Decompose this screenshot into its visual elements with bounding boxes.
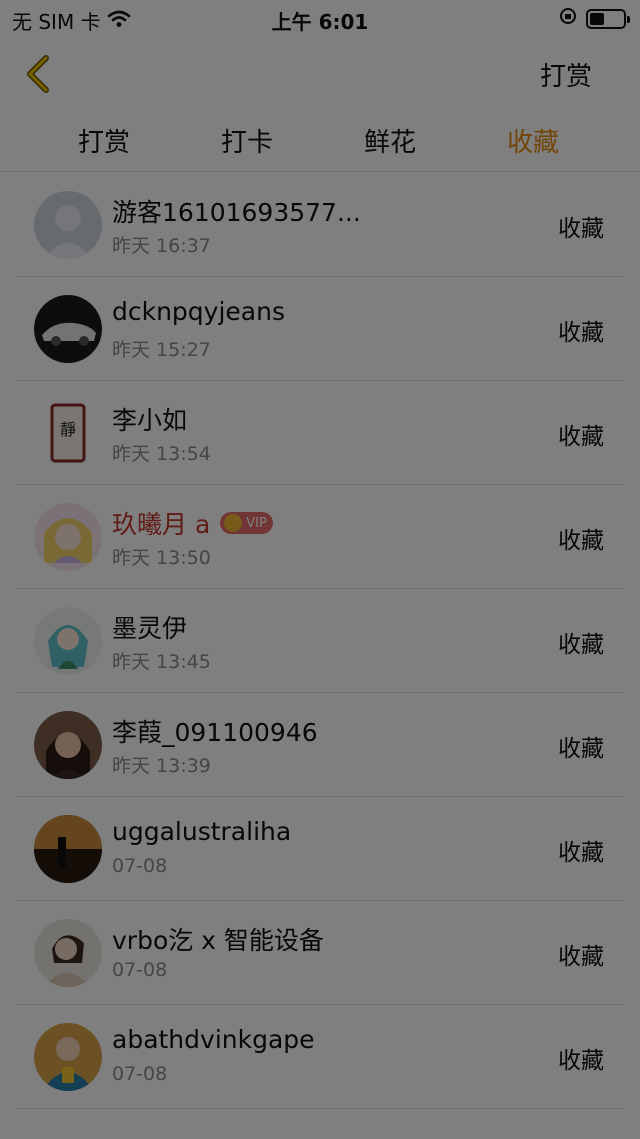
list-item[interactable]: vrbo汔 x 智能设备 07-08 收藏 [18,901,624,1005]
favorite-label: 收藏 [558,528,604,554]
tab-flowers[interactable]: 鲜花 [330,122,450,159]
avatar [34,815,102,883]
user-name: 玖曦月 a VIP [112,505,273,541]
list-item[interactable]: dcknpqyjeans 昨天 15:27 收藏 [18,277,624,381]
avatar: 靜 [34,399,102,467]
avatar [34,503,102,571]
battery-icon [586,8,630,29]
vip-badge: VIP [220,512,273,534]
user-name: vrbo汔 x 智能设备 [112,926,324,955]
list-item[interactable]: 墨灵伊 昨天 13:45 收藏 [18,589,624,693]
orientation-lock-icon [558,6,578,31]
favorite-label: 收藏 [558,320,604,346]
favorite-label: 收藏 [558,1048,604,1074]
user-time: 昨天 13:45 [112,651,211,673]
user-time: 07-08 [112,959,168,981]
avatar [34,1023,102,1091]
user-time: 昨天 13:50 [112,547,211,569]
user-name: 李小如 [112,406,188,435]
avatar [34,607,102,675]
list-item[interactable]: 游客16101693577... 昨天 16:37 收藏 [18,173,624,277]
user-time: 07-08 [112,855,168,877]
user-time: 昨天 13:54 [112,443,211,465]
list-item[interactable]: 靜 李小如 昨天 13:54 收藏 [18,381,624,485]
favorite-label: 收藏 [558,736,604,762]
list-item[interactable]: 李葭_091100946 昨天 13:39 收藏 [18,693,624,797]
status-time: 上午 6:01 [271,10,369,34]
user-time: 昨天 16:37 [112,235,211,257]
avatar [34,711,102,779]
user-time: 07-08 [112,1063,168,1085]
favorite-label: 收藏 [558,944,604,970]
list-item[interactable]: 玖曦月 a VIP 昨天 13:50 收藏 [18,485,624,589]
avatar [34,295,102,363]
favorite-label: 收藏 [558,424,604,450]
reward-button[interactable]: 打赏 [540,56,592,93]
tab-checkin[interactable]: 打卡 [187,122,307,159]
user-name: uggalustraliha [112,817,292,846]
list-item[interactable]: abathdvinkgape 07-08 收藏 [18,1005,624,1109]
favorite-label: 收藏 [558,216,604,242]
tab-favorites[interactable]: 收藏 [473,122,593,159]
user-name-text: 玖曦月 a [112,510,211,539]
nav-bar: 打赏 [0,36,640,108]
user-name: 李葭_091100946 [112,718,318,747]
user-name: abathdvinkgape [112,1025,315,1054]
crown-icon [224,514,243,532]
user-name: dcknpqyjeans [112,297,285,326]
back-button[interactable] [18,52,62,96]
tab-reward[interactable]: 打赏 [44,122,164,159]
screen: 无 SIM 卡 上午 6:01 打赏 打赏 打卡 鲜花 收藏 游客1610169… [0,0,640,1139]
favorite-label: 收藏 [558,632,604,658]
vip-label: VIP [246,515,267,531]
favorites-list: 游客16101693577... 昨天 16:37 收藏 dcknpqyjean… [0,173,640,1109]
chevron-left-icon [27,55,49,93]
svg-text:靜: 靜 [60,420,76,439]
avatar [34,191,102,259]
avatar [34,919,102,987]
list-item[interactable]: uggalustraliha 07-08 收藏 [18,797,624,901]
tab-bar: 打赏 打卡 鲜花 收藏 [0,108,640,172]
user-time: 昨天 13:39 [112,755,211,777]
status-bar: 无 SIM 卡 上午 6:01 [0,0,640,36]
favorite-label: 收藏 [558,840,604,866]
user-name: 游客16101693577... [112,198,361,227]
user-name: 墨灵伊 [112,614,188,643]
user-time: 昨天 15:27 [112,339,211,361]
status-right [558,6,630,31]
